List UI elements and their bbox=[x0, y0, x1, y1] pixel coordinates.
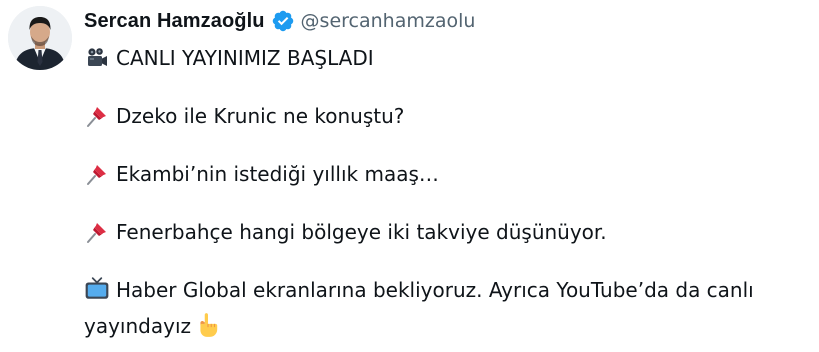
tweet-line-5-text: Haber Global ekranlarına bekliyoruz. Ayr… bbox=[84, 278, 754, 338]
tweet-line-4-text: Fenerbahçe hangi bölgeye iki takviye düş… bbox=[116, 220, 607, 244]
pointing-down-icon bbox=[195, 312, 221, 338]
movie-camera-icon bbox=[84, 45, 110, 71]
display-name[interactable]: Sercan Hamzaoğlu bbox=[84, 10, 265, 33]
pushpin-icon bbox=[84, 161, 110, 187]
television-icon bbox=[84, 276, 110, 302]
tweet-line-1-text: CANLI YAYINIMIZ BAŞLADI bbox=[116, 46, 374, 70]
user-handle[interactable]: @sercanhamzaolu bbox=[301, 10, 476, 32]
tweet-card: Sercan Hamzaoğlu @sercanhamzaolu CANLI Y… bbox=[0, 0, 819, 352]
verified-badge-icon bbox=[271, 9, 295, 33]
tweet-line-4: Fenerbahçe hangi bölgeye iki takviye düş… bbox=[84, 214, 804, 250]
tweet-line-1: CANLI YAYINIMIZ BAŞLADI bbox=[84, 40, 804, 76]
tweet-line-3-text: Ekambi’nin istediği yıllık maaş… bbox=[116, 162, 439, 186]
pushpin-icon bbox=[84, 103, 110, 129]
tweet-line-2: Dzeko ile Krunic ne konuştu? bbox=[84, 98, 804, 134]
tweet-line-3: Ekambi’nin istediği yıllık maaş… bbox=[84, 156, 804, 192]
avatar-image bbox=[8, 6, 72, 70]
tweet-text: CANLI YAYINIMIZ BAŞLADI Dzeko ile Krunic… bbox=[84, 40, 804, 344]
tweet-header: Sercan Hamzaoğlu @sercanhamzaolu bbox=[84, 4, 475, 38]
avatar[interactable] bbox=[8, 6, 72, 70]
pushpin-icon bbox=[84, 219, 110, 245]
tweet-line-2-text: Dzeko ile Krunic ne konuştu? bbox=[116, 104, 405, 128]
tweet-line-5: Haber Global ekranlarına bekliyoruz. Ayr… bbox=[84, 272, 804, 344]
